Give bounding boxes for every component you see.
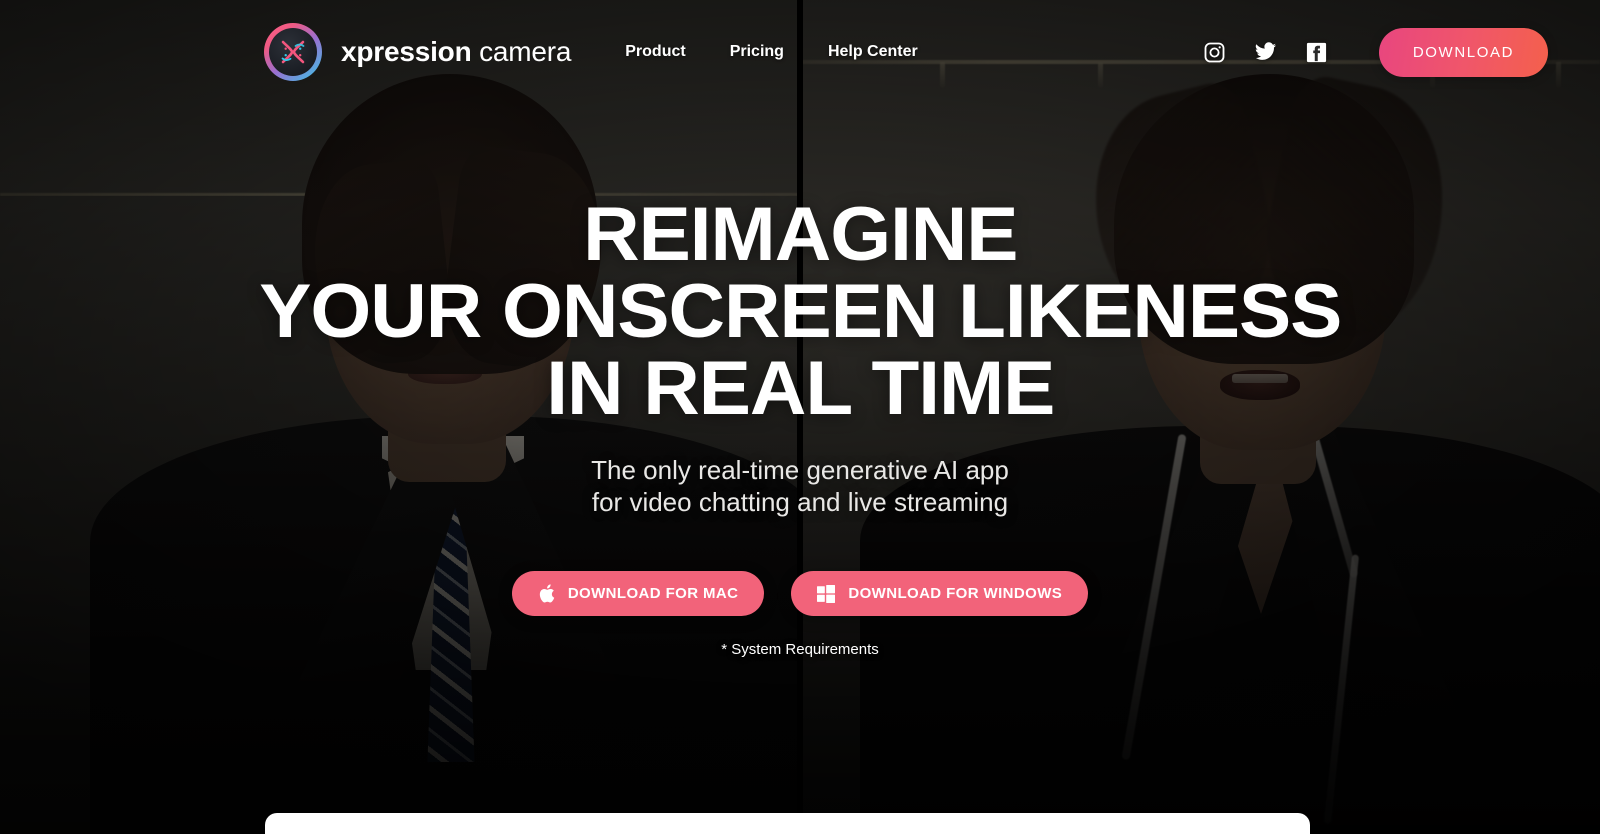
download-for-windows-button[interactable]: DOWNLOAD FOR WINDOWS — [791, 571, 1089, 617]
system-requirements-link[interactable]: * System Requirements — [721, 641, 879, 658]
headline-line-3: IN REAL TIME — [545, 346, 1055, 432]
brand-name-light: camera — [479, 36, 572, 67]
facebook-icon[interactable] — [1304, 40, 1329, 65]
brand-logo[interactable]: xpression camera — [264, 23, 571, 81]
landing-page-hero: xpression camera Product Pricing Help Ce… — [0, 0, 1600, 834]
download-for-mac-label: DOWNLOAD FOR MAC — [567, 585, 739, 603]
apple-icon — [538, 583, 555, 604]
brand-name: xpression camera — [341, 36, 571, 68]
twitter-icon[interactable] — [1253, 40, 1278, 65]
content-panel-top-edge — [265, 813, 1310, 834]
subtitle-line-2: for video chatting and live streaming — [591, 487, 1009, 518]
headline-line-2: YOUR ONSCREEN LIKENESS — [258, 269, 1342, 355]
download-for-mac-button[interactable]: DOWNLOAD FOR MAC — [511, 571, 765, 617]
nav-link-product[interactable]: Product — [625, 43, 685, 61]
hero-subtitle: The only real-time generative AI app for… — [591, 455, 1009, 519]
xpression-mask-logo-icon — [264, 23, 322, 81]
top-navigation-bar: xpression camera Product Pricing Help Ce… — [0, 0, 1600, 104]
instagram-icon[interactable] — [1202, 40, 1227, 65]
cta-button-row: DOWNLOAD FOR MAC DOWNLOAD FOR WINDOWS — [511, 571, 1089, 617]
headline-line-1: REIMAGINE — [582, 192, 1018, 277]
hero-copy: REIMAGINE YOUR ONSCREEN LIKENESS IN REAL… — [0, 196, 1600, 658]
nav-links: Product Pricing Help Center — [625, 43, 917, 61]
nav-link-pricing[interactable]: Pricing — [730, 43, 784, 61]
download-button[interactable]: DOWNLOAD — [1378, 27, 1548, 77]
nav-right-group: DOWNLOAD — [1202, 27, 1548, 77]
brand-name-bold: xpression — [341, 36, 472, 67]
page-title: REIMAGINE YOUR ONSCREEN LIKENESS IN REAL… — [258, 192, 1342, 432]
subtitle-line-1: The only real-time generative AI app — [591, 455, 1009, 486]
download-for-windows-label: DOWNLOAD FOR WINDOWS — [848, 585, 1063, 603]
windows-icon — [817, 584, 836, 603]
nav-link-help-center[interactable]: Help Center — [828, 43, 918, 61]
